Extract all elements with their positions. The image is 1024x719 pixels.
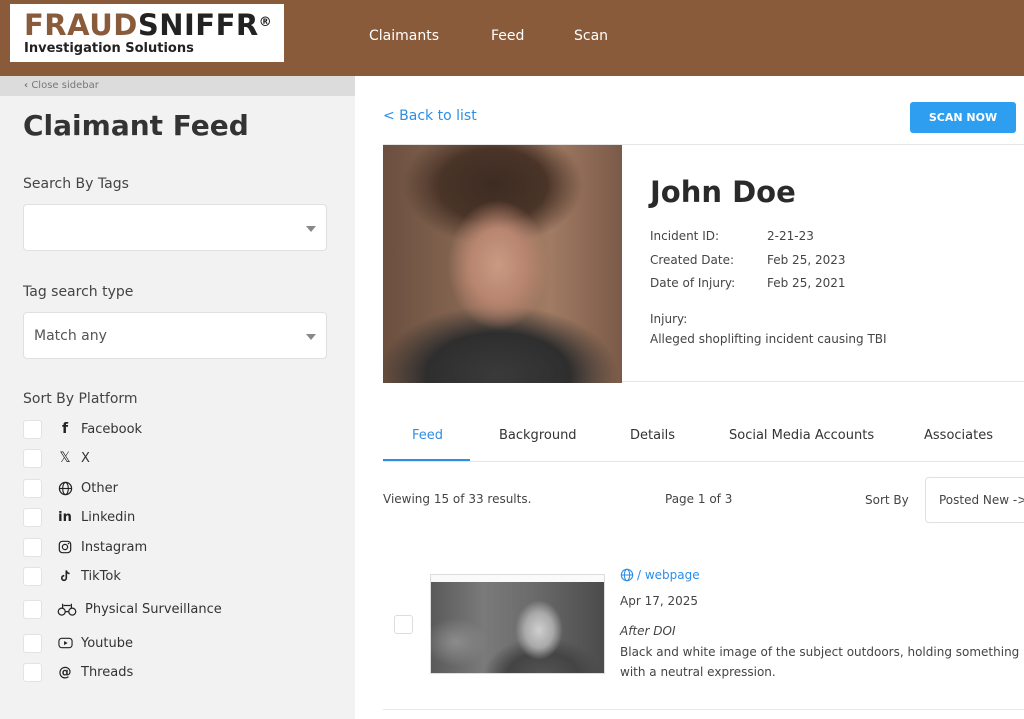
injury-label: Injury: <box>650 312 688 326</box>
tab-associates[interactable]: Associates <box>924 428 993 443</box>
feed-item-thumbnail[interactable] <box>430 574 605 674</box>
platform-other[interactable]: Other <box>23 478 118 498</box>
search-tags-dropdown[interactable] <box>23 204 327 251</box>
binoculars-icon <box>56 600 78 618</box>
scan-now-button[interactable]: SCAN NOW <box>910 102 1016 133</box>
checkbox[interactable] <box>23 662 42 682</box>
platform-label-text: Linkedin <box>81 509 136 525</box>
sidebar: ‹ Close sidebar Claimant Feed Search By … <box>0 76 355 719</box>
checkbox[interactable] <box>23 448 42 468</box>
date-of-injury-label: Date of Injury: <box>650 276 736 290</box>
checkbox[interactable] <box>23 537 42 557</box>
x-icon: 𝕏 <box>59 450 71 466</box>
created-date-value: Feb 25, 2023 <box>767 253 846 267</box>
globe-icon <box>620 568 634 582</box>
active-tab-indicator <box>383 459 470 461</box>
platform-label-text: X <box>81 450 90 466</box>
tiktok-icon <box>56 567 74 585</box>
claimant-photo <box>383 145 622 383</box>
checkbox[interactable] <box>23 478 42 498</box>
search-tags-label: Search By Tags <box>23 176 129 192</box>
feed-item-source-label: / webpage <box>637 568 700 582</box>
incident-id-label: Incident ID: <box>650 229 720 243</box>
caret-down-icon <box>306 226 316 232</box>
platform-x[interactable]: 𝕏 X <box>23 448 90 468</box>
checkbox[interactable] <box>23 633 42 653</box>
facebook-icon: f <box>61 421 69 437</box>
page-indicator: Page 1 of 3 <box>665 492 733 506</box>
threads-icon: @ <box>58 664 72 680</box>
feed-item-checkbox[interactable] <box>394 615 413 634</box>
platform-tiktok[interactable]: TikTok <box>23 566 121 586</box>
nav-feed[interactable]: Feed <box>491 28 524 44</box>
top-header: FRAUDSNIFFR® Investigation Solutions Cla… <box>0 0 1024 76</box>
sort-by-label: Sort By <box>865 493 909 507</box>
tab-social-media-accounts[interactable]: Social Media Accounts <box>729 428 874 443</box>
tag-type-dropdown[interactable]: Match any <box>23 312 327 359</box>
feed-item-tag: After DOI <box>620 624 676 638</box>
feed-item-date: Apr 17, 2025 <box>620 594 699 608</box>
platform-label-text: Youtube <box>81 635 133 651</box>
globe-icon <box>56 479 74 497</box>
close-sidebar-button[interactable]: ‹ Close sidebar <box>0 76 355 96</box>
platform-instagram[interactable]: Instagram <box>23 537 147 557</box>
checkbox[interactable] <box>23 507 42 527</box>
youtube-icon <box>56 634 74 652</box>
fraudsniffr-logo[interactable]: FRAUDSNIFFR® Investigation Solutions <box>10 4 284 62</box>
platform-facebook[interactable]: f Facebook <box>23 419 142 439</box>
platform-label-text: Facebook <box>81 421 143 437</box>
nav-claimants[interactable]: Claimants <box>369 28 439 44</box>
tab-feed[interactable]: Feed <box>412 428 443 443</box>
platform-label-text: TikTok <box>81 568 121 584</box>
date-of-injury-value: Feb 25, 2021 <box>767 276 846 290</box>
caret-down-icon <box>306 334 316 340</box>
claimant-name: John Doe <box>650 175 796 209</box>
created-date-label: Created Date: <box>650 253 735 267</box>
platform-label-text: Other <box>81 480 118 496</box>
claimant-tabs: Feed Background Details Social Media Acc… <box>383 412 1024 462</box>
close-sidebar-label: Close sidebar <box>31 80 99 91</box>
thumbnail-image <box>431 582 604 673</box>
back-to-list-link[interactable]: < Back to list <box>383 108 477 124</box>
checkbox[interactable] <box>23 566 42 586</box>
tag-type-value: Match any <box>34 328 107 344</box>
incident-id-value: 2-21-23 <box>767 229 814 243</box>
platform-label-text: Instagram <box>81 539 148 555</box>
platform-label: Sort By Platform <box>23 391 138 407</box>
feed-item-source[interactable]: / webpage <box>620 568 700 582</box>
platform-physical-surveillance[interactable]: Physical Surveillance <box>23 599 222 619</box>
feed-item-divider <box>383 709 1024 710</box>
tab-details[interactable]: Details <box>630 428 675 443</box>
nav-scan[interactable]: Scan <box>574 28 608 44</box>
platform-youtube[interactable]: Youtube <box>23 633 133 653</box>
tab-background[interactable]: Background <box>499 428 577 443</box>
results-count: Viewing 15 of 33 results. <box>383 492 532 506</box>
sort-select[interactable]: Posted New -> <box>925 477 1024 523</box>
platform-threads[interactable]: @ Threads <box>23 662 133 682</box>
linkedin-icon: in <box>58 509 72 525</box>
instagram-icon <box>56 538 74 556</box>
logo-tagline: Investigation Solutions <box>24 41 194 56</box>
thumbnail-browser-bar <box>431 575 604 582</box>
checkbox[interactable] <box>23 419 42 439</box>
platform-label-text: Threads <box>81 664 134 680</box>
claimant-profile-card: John Doe Incident ID: 2-21-23 Created Da… <box>383 144 1024 383</box>
platform-label-text: Physical Surveillance <box>85 601 222 617</box>
logo-wordmark: FRAUDSNIFFR® <box>24 8 273 42</box>
injury-value: Alleged shoplifting incident causing TBI <box>650 332 887 346</box>
sidebar-title: Claimant Feed <box>23 109 249 142</box>
feed-item-description: Black and white image of the subject out… <box>620 645 1020 679</box>
tag-type-label: Tag search type <box>23 284 134 300</box>
checkbox[interactable] <box>23 599 42 619</box>
platform-linkedin[interactable]: in Linkedin <box>23 507 135 527</box>
chevron-left-icon: ‹ <box>24 80 29 91</box>
